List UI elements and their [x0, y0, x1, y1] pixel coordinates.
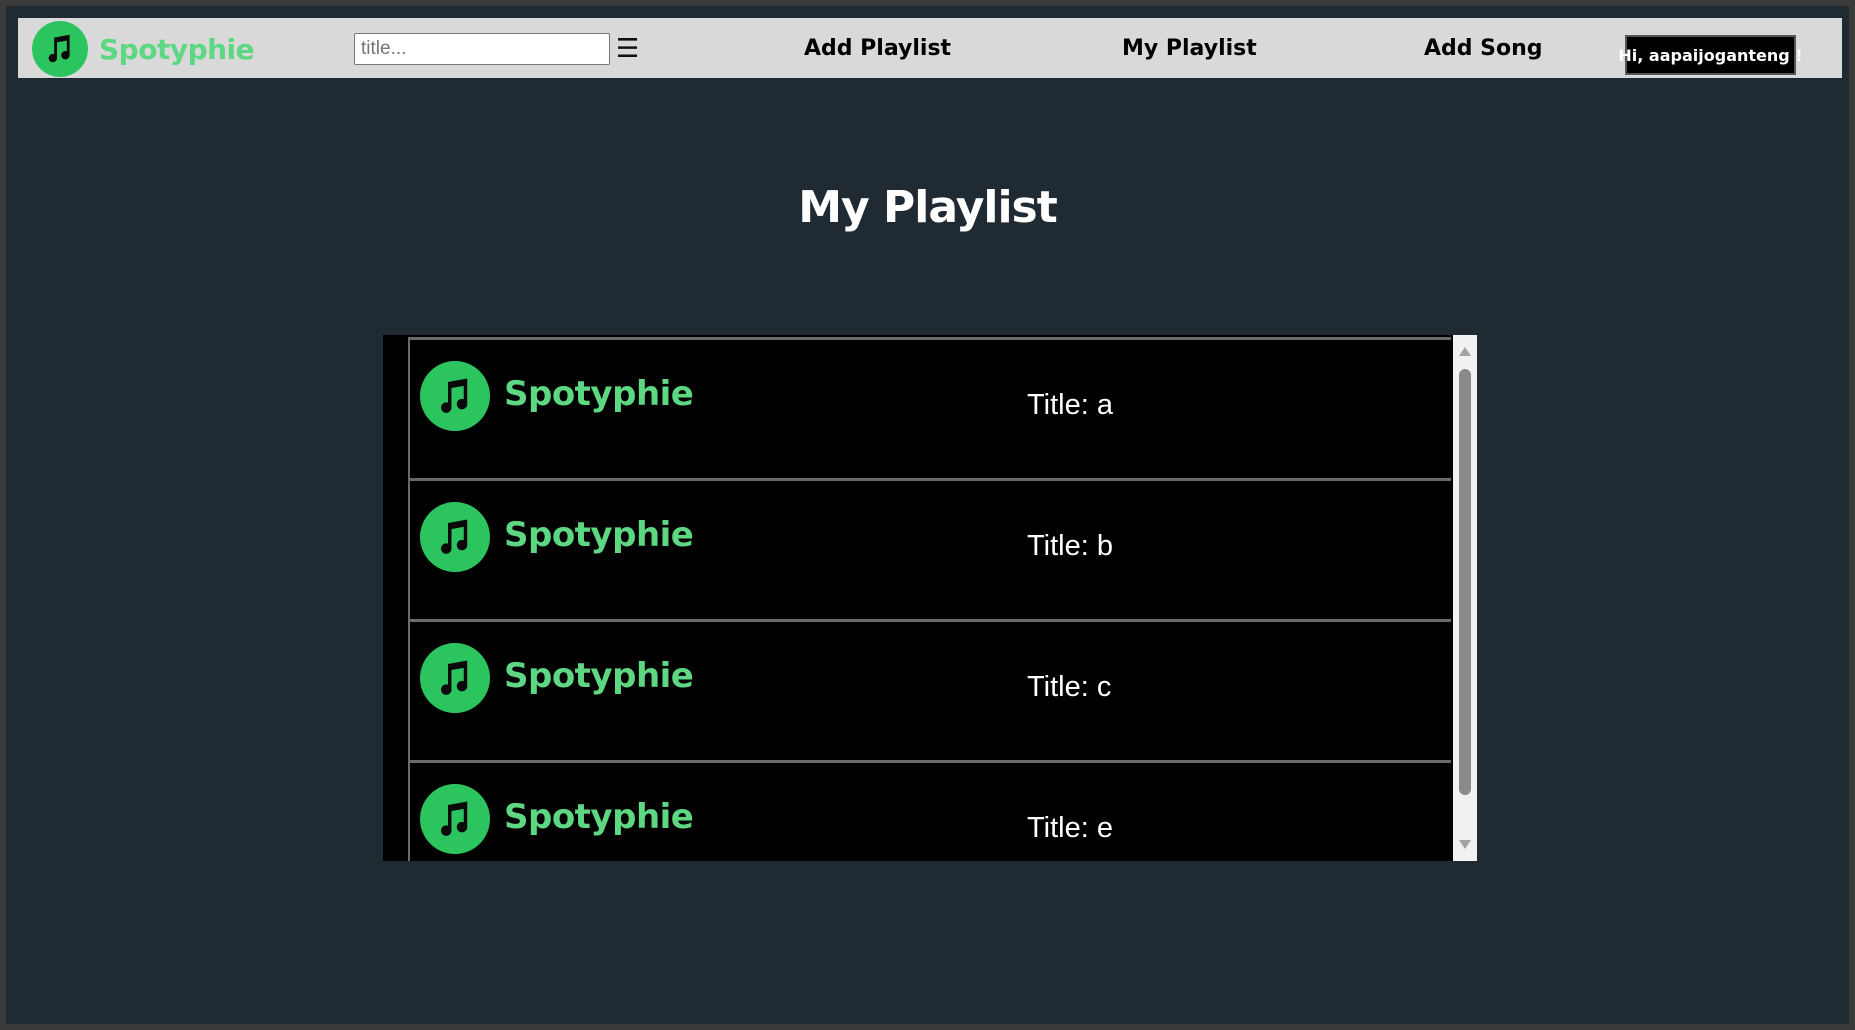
nav-add-playlist-link[interactable]: Add Playlist [804, 33, 951, 65]
playlist-list: Spotyphie Title: a Spotyphie Title: b Sp… [383, 335, 1453, 861]
music-note-icon [420, 502, 490, 572]
scroll-up-arrow-icon[interactable] [1459, 347, 1471, 356]
music-note-icon [420, 784, 490, 854]
playlist-item-title: Title: e [1027, 812, 1113, 844]
playlist-item-brand: Spotyphie [504, 374, 694, 414]
search-input[interactable] [354, 33, 610, 65]
playlist-item-title: Title: a [1027, 389, 1113, 421]
playlist-item-title: Title: c [1027, 671, 1112, 703]
playlist-item-logo: Spotyphie [420, 502, 694, 572]
music-note-icon [420, 361, 490, 431]
scroll-down-arrow-icon[interactable] [1459, 840, 1471, 849]
playlist-item[interactable]: Spotyphie Title: b [408, 478, 1451, 619]
hamburger-menu-icon[interactable]: ☰ [616, 33, 639, 65]
page: Spotyphie ☰ Add Playlist My Playlist Add… [6, 6, 1849, 1024]
playlist-item[interactable]: Spotyphie Title: e [408, 760, 1451, 861]
music-note-icon [420, 643, 490, 713]
playlist-item-title: Title: b [1027, 530, 1113, 562]
page-title: My Playlist [798, 182, 1058, 233]
brand-name: Spotyphie [99, 32, 255, 66]
playlist-scrollbar[interactable] [1453, 335, 1477, 861]
playlist-item-brand: Spotyphie [504, 656, 694, 696]
playlist-item-logo: Spotyphie [420, 784, 694, 854]
brand-logo-link[interactable]: Spotyphie [32, 21, 255, 77]
playlist-item-logo: Spotyphie [420, 643, 694, 713]
playlist-item-logo: Spotyphie [420, 361, 694, 431]
scrollbar-thumb[interactable] [1459, 369, 1471, 795]
playlist-panel: Spotyphie Title: a Spotyphie Title: b Sp… [383, 335, 1477, 861]
nav-my-playlist-link[interactable]: My Playlist [1122, 33, 1257, 65]
user-greeting-button[interactable]: Hi, aapaijoganteng ! [1618, 35, 1803, 75]
navbar: Spotyphie ☰ Add Playlist My Playlist Add… [18, 18, 1842, 78]
playlist-item[interactable]: Spotyphie Title: c [408, 619, 1451, 760]
music-note-icon [32, 21, 88, 77]
playlist-item-brand: Spotyphie [504, 797, 694, 837]
nav-add-song-link[interactable]: Add Song [1424, 33, 1543, 65]
playlist-item[interactable]: Spotyphie Title: a [408, 337, 1451, 478]
playlist-item-brand: Spotyphie [504, 515, 694, 555]
